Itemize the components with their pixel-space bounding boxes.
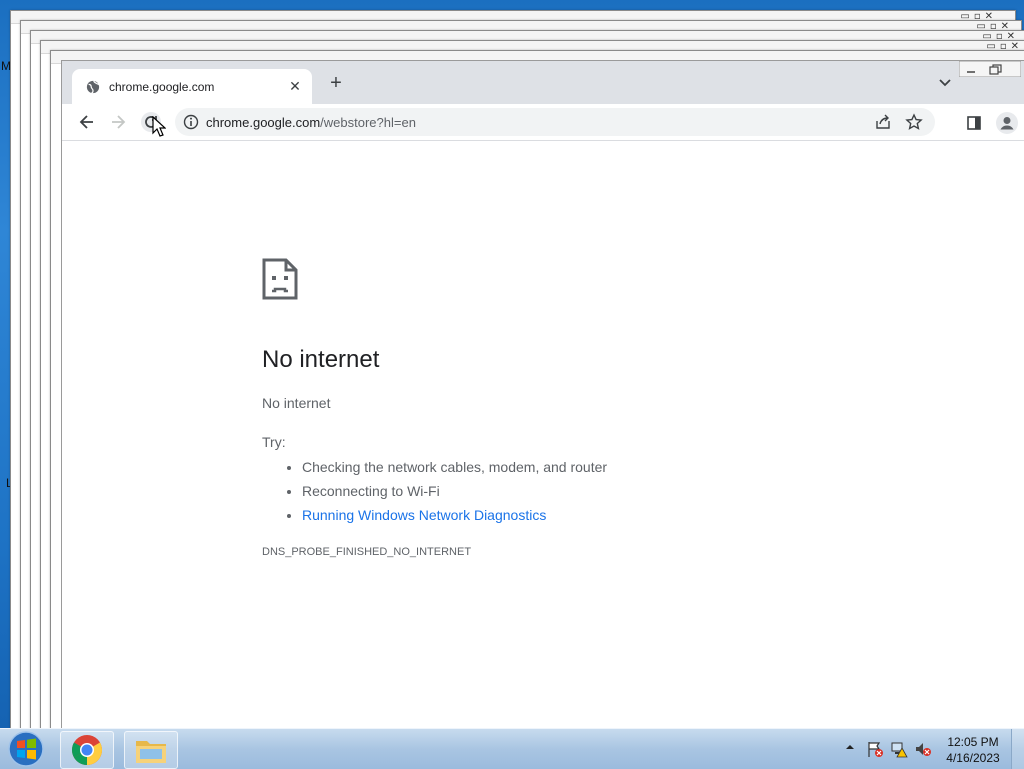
globe-icon bbox=[86, 80, 100, 94]
toolbar: chrome.google.com/webstore?hl=en bbox=[62, 104, 1024, 141]
system-clock[interactable]: 12:05 PM 4/16/2023 bbox=[938, 734, 1008, 766]
window-controls[interactable] bbox=[959, 61, 1021, 77]
start-button-icon[interactable] bbox=[6, 731, 46, 767]
tab-strip: chrome.google.com ✕ + bbox=[62, 61, 1024, 104]
profile-icon[interactable] bbox=[996, 112, 1018, 134]
clock-date: 4/16/2023 bbox=[946, 751, 1000, 765]
star-icon[interactable] bbox=[905, 113, 923, 131]
forward-arrow-icon[interactable] bbox=[108, 112, 128, 132]
url-path: /webstore?hl=en bbox=[320, 115, 416, 130]
speaker-muted-icon[interactable] bbox=[914, 740, 932, 758]
error-code: DNS_PROBE_FINISHED_NO_INTERNET bbox=[262, 546, 472, 558]
action-center-flag-icon[interactable] bbox=[866, 740, 884, 758]
show-hidden-icons-icon[interactable] bbox=[845, 742, 855, 752]
chrome-icon bbox=[71, 735, 103, 765]
error-page: No internet No internet Try: Checking th… bbox=[62, 141, 1024, 729]
try-label: Try: bbox=[262, 434, 286, 450]
suggestion-item: Reconnecting to Wi-Fi bbox=[302, 479, 607, 503]
info-icon[interactable] bbox=[183, 114, 199, 130]
new-tab-button[interactable]: + bbox=[326, 73, 346, 93]
url-host: chrome.google.com bbox=[206, 115, 321, 130]
network-warning-icon[interactable] bbox=[890, 740, 908, 758]
suggestion-list: Checking the network cables, modem, and … bbox=[284, 455, 607, 527]
address-bar[interactable]: chrome.google.com/webstore?hl=en bbox=[175, 108, 935, 136]
error-subtitle: No internet bbox=[262, 395, 331, 411]
show-desktop-button[interactable] bbox=[1011, 729, 1024, 769]
network-diagnostics-link[interactable]: Running Windows Network Diagnostics bbox=[302, 507, 546, 523]
share-icon[interactable] bbox=[875, 114, 891, 130]
tab-title: chrome.google.com bbox=[109, 80, 215, 94]
sad-document-icon bbox=[262, 258, 298, 300]
side-panel-icon[interactable] bbox=[967, 116, 981, 130]
file-explorer-icon bbox=[136, 741, 166, 763]
back-arrow-icon[interactable] bbox=[77, 112, 97, 132]
tab-search-chevron-icon[interactable] bbox=[937, 74, 953, 90]
suggestion-item: Checking the network cables, modem, and … bbox=[302, 455, 607, 479]
tab-close-icon[interactable]: ✕ bbox=[286, 77, 304, 95]
chrome-window: chrome.google.com ✕ + chrome.google.com/… bbox=[61, 60, 1024, 729]
taskbar: 12:05 PM 4/16/2023 bbox=[0, 728, 1024, 769]
suggestion-item: Running Windows Network Diagnostics bbox=[302, 503, 607, 527]
taskbar-chrome-button[interactable] bbox=[60, 731, 114, 769]
url-text[interactable]: chrome.google.com/webstore?hl=en bbox=[206, 115, 416, 130]
mouse-cursor-icon bbox=[152, 116, 166, 137]
taskbar-explorer-button[interactable] bbox=[124, 731, 178, 769]
error-title: No internet bbox=[262, 346, 380, 373]
clock-time: 12:05 PM bbox=[947, 735, 999, 749]
tab-chrome-google[interactable]: chrome.google.com ✕ bbox=[72, 69, 312, 104]
